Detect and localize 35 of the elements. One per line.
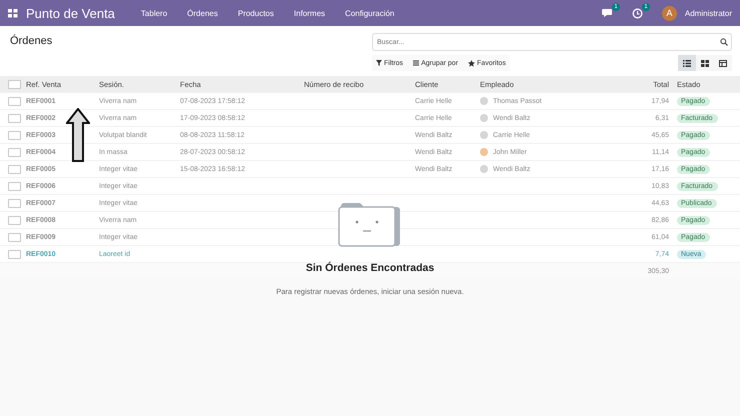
- search-icon[interactable]: [720, 38, 728, 46]
- menu-item[interactable]: Configuración: [339, 8, 400, 18]
- checkbox[interactable]: [8, 148, 21, 156]
- page-title: Órdenes: [10, 34, 54, 49]
- checkbox[interactable]: [8, 232, 21, 242]
- empty-state-title: Sin Órdenes Encontradas: [306, 262, 434, 274]
- view-switch-button[interactable]: [696, 55, 714, 71]
- checkbox[interactable]: [8, 164, 21, 174]
- layers-icon: [413, 60, 420, 66]
- checkbox[interactable]: [8, 80, 21, 88]
- checkbox[interactable]: [8, 96, 21, 106]
- up-arrow-drawing: [66, 108, 90, 162]
- apps-grid-icon[interactable]: [8, 8, 18, 18]
- menu-item[interactable]: Productos: [232, 8, 280, 18]
- menu-item[interactable]: Tablero: [134, 8, 174, 18]
- empty-folder-icon: [338, 200, 402, 248]
- checkbox[interactable]: [8, 114, 21, 122]
- list-view-icon: [683, 60, 691, 66]
- star-icon: [468, 60, 476, 66]
- checkbox[interactable]: [8, 250, 21, 258]
- app-title[interactable]: Punto de Venta: [26, 6, 115, 20]
- menu-item[interactable]: Informes: [288, 8, 332, 18]
- table-view-icon: [719, 60, 727, 66]
- clock-icon[interactable]: [632, 8, 643, 18]
- menu-item[interactable]: Órdenes: [181, 8, 224, 18]
- checkbox[interactable]: [8, 130, 21, 140]
- chat-icon[interactable]: [602, 8, 614, 18]
- checkbox[interactable]: [8, 182, 21, 190]
- view-switch-button[interactable]: [678, 55, 696, 71]
- checkbox[interactable]: [8, 216, 21, 224]
- checkbox[interactable]: [8, 198, 21, 208]
- filter-icon: [376, 60, 382, 66]
- user-name[interactable]: Administrator: [684, 8, 732, 18]
- view-switch-button[interactable]: [714, 55, 732, 71]
- kanban-view-icon: [701, 60, 709, 66]
